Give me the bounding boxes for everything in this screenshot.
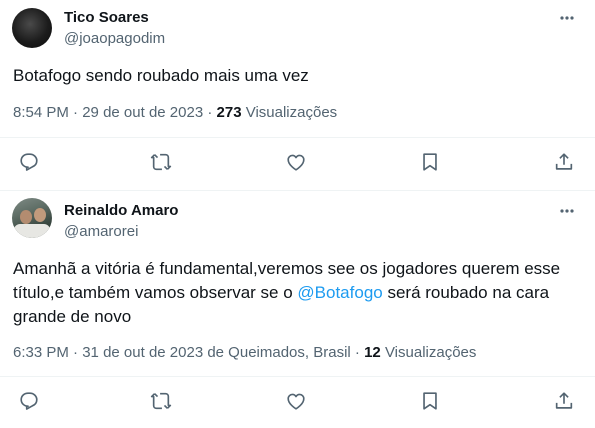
tweet-date[interactable]: 31 de out de 2023 de Queimados, Brasil (82, 344, 351, 361)
tweet-1[interactable]: Tico Soares @joaopagodim Botafogo sendo … (0, 0, 595, 190)
more-icon[interactable] (559, 203, 575, 219)
share-icon[interactable] (553, 390, 575, 412)
author-handle[interactable]: @amarorei (64, 223, 138, 240)
tweet-text-line: título,e também vamos observar se o @Bot… (13, 281, 583, 305)
retweet-icon[interactable] (150, 151, 172, 173)
tweet-text-segment: título,e também vamos observar se o (13, 283, 298, 302)
tweet-time[interactable]: 8:54 PM (13, 104, 69, 121)
meta-separator: · (354, 344, 365, 361)
views-count: 273 (216, 104, 242, 121)
views-label: Visualizações (245, 104, 338, 121)
reply-icon[interactable] (18, 390, 40, 412)
author-handle[interactable]: @joaopagodim (64, 30, 165, 47)
tweet-meta: 8:54 PM · 29 de out de 2023 · 273 Visual… (13, 104, 337, 121)
action-bar (0, 390, 595, 414)
avatar[interactable] (12, 8, 52, 48)
tweet-meta: 6:33 PM · 31 de out de 2023 de Queimados… (13, 344, 476, 361)
retweet-icon[interactable] (150, 390, 172, 412)
author-name[interactable]: Reinaldo Amaro (64, 202, 178, 219)
action-bar (0, 151, 595, 175)
bookmark-icon[interactable] (419, 390, 441, 412)
like-icon[interactable] (285, 151, 307, 173)
more-icon[interactable] (559, 10, 575, 26)
tweet-time[interactable]: 6:33 PM (13, 344, 69, 361)
tweet-text-segment: será roubado na cara (382, 283, 550, 302)
share-icon[interactable] (553, 151, 575, 173)
tweet-text: Amanhã a vitória é fundamental,veremos s… (13, 257, 583, 329)
tweet-text-line: grande de novo (13, 307, 132, 326)
views-label: Visualizações (384, 344, 477, 361)
meta-separator: · (207, 104, 217, 121)
tweet-text-line: Amanhã a vitória é fundamental,veremos s… (13, 259, 561, 278)
bookmark-icon[interactable] (419, 151, 441, 173)
tweet-date[interactable]: 29 de out de 2023 (82, 104, 203, 121)
divider (0, 137, 595, 138)
divider (0, 376, 595, 377)
tweet-text: Botafogo sendo roubado mais uma vez (13, 66, 309, 85)
reply-icon[interactable] (18, 151, 40, 173)
views-count: 12 (364, 344, 381, 361)
like-icon[interactable] (285, 390, 307, 412)
author-name[interactable]: Tico Soares (64, 9, 149, 26)
tweet-2[interactable]: Reinaldo Amaro @amarorei Amanhã a vitóri… (0, 190, 595, 428)
mention-link[interactable]: @Botafogo (297, 283, 382, 302)
meta-separator: · (73, 104, 83, 121)
meta-separator: · (73, 344, 83, 361)
